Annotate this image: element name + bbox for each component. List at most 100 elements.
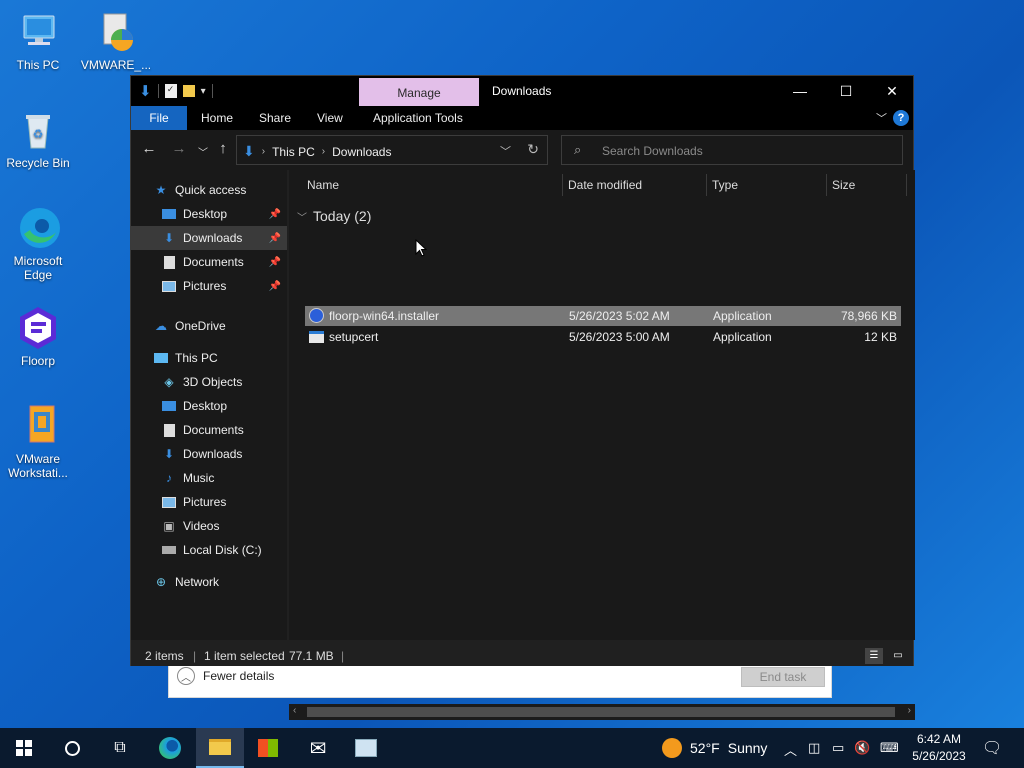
chevron-right-icon[interactable]: › (262, 146, 265, 157)
taskbar-file-explorer-button[interactable] (196, 728, 244, 768)
file-explorer-window: ⬇ ✓ ▾ Manage Downloads — ☐ ✕ File Home S… (130, 75, 915, 720)
tab-home[interactable]: Home (201, 106, 233, 130)
details-view-button[interactable]: ☰ (865, 648, 883, 664)
system-clock[interactable]: 6:42 AM 5/26/2023 (906, 731, 972, 765)
show-hidden-icons-icon[interactable]: ︿ (784, 740, 797, 759)
file-row-floorp-installer[interactable]: floorp-win64.installer 5/26/2023 5:02 AM… (305, 306, 901, 326)
sidebar-item-network[interactable]: ⊕ Network (131, 570, 287, 594)
download-arrow-icon: ⬇ (163, 231, 175, 245)
back-button[interactable]: ← (139, 140, 159, 157)
floorp-icon (14, 304, 62, 352)
sidebar-item-label: Pictures (183, 495, 227, 509)
sidebar-item-desktop[interactable]: Desktop 📌 (131, 202, 287, 226)
volume-muted-icon[interactable]: 🔇 (854, 740, 870, 756)
clock-time: 6:42 AM (916, 732, 962, 746)
sidebar-item-3d-objects[interactable]: ◈ 3D Objects (131, 370, 287, 394)
tab-view[interactable]: View (317, 106, 343, 130)
clock-date: 5/26/2023 (912, 749, 966, 763)
meet-now-icon[interactable]: ◫ (808, 740, 820, 756)
expand-ribbon-icon[interactable]: ﹀ (876, 110, 887, 126)
close-button[interactable]: ✕ (869, 76, 915, 106)
sidebar-item-label: OneDrive (175, 319, 226, 333)
scrollbar-thumb[interactable] (307, 707, 895, 717)
sidebar-item-documents[interactable]: Documents 📌 (131, 250, 287, 274)
desktop-icon-vmware-workstation[interactable]: VMware Workstati... (0, 402, 76, 480)
chevron-down-icon[interactable]: ﹀ (500, 143, 511, 159)
column-header-date-modified[interactable]: Date modified (568, 170, 642, 200)
sidebar-item-documents-pc[interactable]: Documents (131, 418, 287, 442)
sidebar-item-local-disk[interactable]: Local Disk (C:) (131, 538, 287, 562)
column-header-type[interactable]: Type (712, 170, 738, 200)
desktop-icon-vmware-installer[interactable]: VMWARE_... (78, 8, 154, 72)
mail-icon: ✉ (309, 737, 327, 760)
network-icon[interactable]: ▭ (832, 740, 844, 756)
recent-locations-button[interactable]: ﹀ (193, 144, 213, 159)
application-icon (309, 331, 324, 343)
tab-application-tools[interactable]: Application Tools (373, 106, 463, 130)
weather-widget[interactable]: 52°F Sunny (662, 738, 767, 758)
scroll-left-icon[interactable]: ‹ (293, 705, 296, 716)
help-icon[interactable]: ? (893, 110, 909, 126)
tab-manage[interactable]: Manage (359, 78, 479, 106)
taskbar-task-manager-button[interactable] (342, 728, 390, 768)
sidebar-item-onedrive[interactable]: ☁ OneDrive (131, 314, 287, 338)
breadcrumb-downloads[interactable]: Downloads (332, 145, 391, 159)
customize-qat-icon[interactable]: ▾ (201, 86, 206, 97)
title-bar[interactable]: ⬇ ✓ ▾ Manage Downloads — ☐ ✕ (131, 76, 913, 106)
maximize-button[interactable]: ☐ (823, 76, 869, 106)
tab-file[interactable]: File (131, 106, 187, 130)
taskbar-store-button[interactable] (244, 728, 292, 768)
group-header-today[interactable]: ﹀ Today (2) (297, 208, 371, 224)
chevron-right-icon[interactable]: › (322, 146, 325, 157)
tab-share[interactable]: Share (259, 106, 291, 130)
sidebar-item-quick-access[interactable]: ★ Quick access (131, 178, 287, 202)
sidebar-item-this-pc[interactable]: This PC (131, 346, 287, 370)
fewer-details-toggle[interactable]: ︿ Fewer details (177, 667, 274, 685)
start-button[interactable] (0, 728, 48, 768)
refresh-icon[interactable]: ↻ (527, 141, 539, 158)
sidebar-item-pictures-pc[interactable]: Pictures (131, 490, 287, 514)
picture-icon (161, 278, 177, 294)
sidebar-item-label: Downloads (183, 447, 243, 461)
desktop-icon-edge[interactable]: Microsoft Edge (0, 204, 76, 282)
search-button[interactable] (48, 728, 96, 768)
taskbar-edge-button[interactable] (146, 728, 194, 768)
sidebar-item-downloads-pc[interactable]: ⬇ Downloads (131, 442, 287, 466)
sidebar-item-videos[interactable]: ▣ Videos (131, 514, 287, 538)
sun-icon (662, 738, 682, 758)
sidebar-item-desktop-pc[interactable]: Desktop (131, 394, 287, 418)
up-button[interactable]: ↑ (213, 140, 233, 157)
scroll-right-icon[interactable]: › (908, 705, 911, 716)
desktop-icon-label: Microsoft Edge (13, 254, 63, 282)
forward-button[interactable]: → (169, 140, 189, 157)
sidebar-item-label: Documents (183, 423, 244, 437)
document-icon (161, 254, 177, 270)
keyboard-icon[interactable]: ⌨ (880, 740, 899, 756)
weather-condition: Sunny (727, 740, 768, 756)
sidebar-item-downloads[interactable]: ⬇ Downloads 📌 (131, 226, 287, 250)
file-date: 5/26/2023 5:00 AM (569, 330, 670, 344)
horizontal-scrollbar[interactable]: ‹ › (289, 704, 915, 720)
network-icon: ⊕ (155, 575, 167, 589)
address-bar[interactable]: ⬇ › This PC › Downloads ﹀ ↻ (236, 135, 548, 165)
task-view-button[interactable]: ⧉ (96, 728, 144, 768)
search-input[interactable]: ⌕ Search Downloads (561, 135, 903, 165)
properties-icon[interactable]: ✓ (164, 84, 177, 98)
column-header-size[interactable]: Size (832, 170, 855, 200)
minimize-button[interactable]: — (777, 76, 823, 106)
desktop-icon-this-pc[interactable]: This PC (0, 8, 76, 72)
sidebar-item-music[interactable]: ♪ Music (131, 466, 287, 490)
end-task-button[interactable]: End task (741, 667, 825, 687)
divider (157, 84, 159, 98)
notifications-icon[interactable]: 🗨 (982, 738, 1002, 758)
new-folder-icon[interactable] (182, 85, 195, 97)
column-header-name[interactable]: Name (307, 170, 339, 200)
file-row-setupcert[interactable]: setupcert 5/26/2023 5:00 AM Application … (305, 327, 901, 347)
desktop-icon-floorp[interactable]: Floorp (0, 304, 76, 368)
breadcrumb-this-pc[interactable]: This PC (272, 145, 315, 159)
windows-logo-icon (16, 740, 32, 756)
large-icons-view-button[interactable]: ▭ (889, 648, 907, 664)
sidebar-item-pictures[interactable]: Pictures 📌 (131, 274, 287, 298)
taskbar-mail-button[interactable]: ✉ (294, 728, 342, 768)
desktop-icon-recycle-bin[interactable]: ♻ Recycle Bin (0, 106, 76, 170)
